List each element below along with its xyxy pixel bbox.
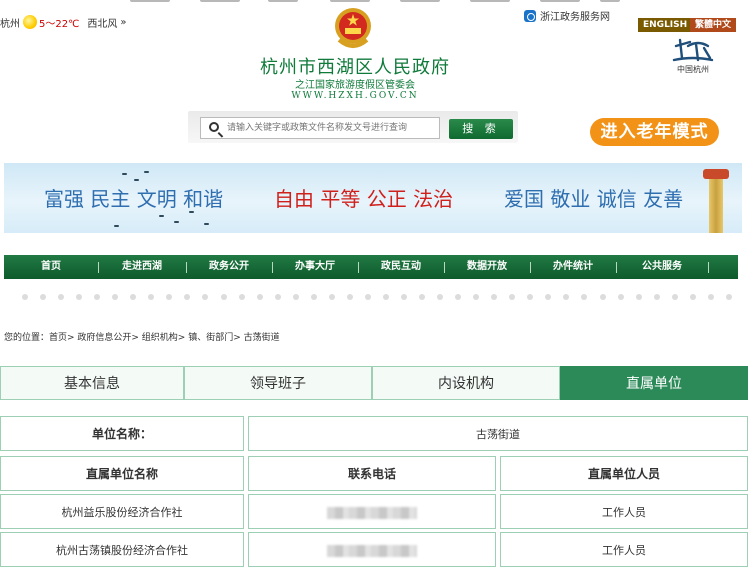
site-subtitle: 之江国家旅游度假区管委会 xyxy=(295,80,415,91)
nav-interaction[interactable]: 政民互动 xyxy=(358,255,444,279)
site-url: WWW.HZXH.GOV.CN xyxy=(291,91,419,101)
tab-basic-info[interactable]: 基本信息 xyxy=(0,366,184,400)
col-header-phone: 联系电话 xyxy=(248,456,496,491)
table-row-1-staff[interactable]: 工作人员 xyxy=(500,494,748,529)
col-header-unit-name: 直属单位名称 xyxy=(0,456,244,491)
nav-gov-affairs[interactable]: 政务公开 xyxy=(186,255,272,279)
hangzhou-city-logo: 中国杭州 xyxy=(668,36,718,76)
zhejiang-gov-icon xyxy=(524,9,536,22)
traditional-chinese-button[interactable]: 繁體中文 xyxy=(690,18,737,32)
weather-more-link[interactable]: » xyxy=(120,17,126,28)
gov-service-label: 浙江政务服务网 xyxy=(540,12,610,23)
huabiao-pillar-icon xyxy=(703,169,729,233)
search-icon xyxy=(209,122,219,132)
weather-widget: 杭州 5～22℃ 西北风 » xyxy=(0,12,126,32)
nav-open-data[interactable]: 数据开放 xyxy=(444,255,530,279)
unit-name-value: 古荡街道 xyxy=(248,416,748,451)
hangzhou-logo-icon xyxy=(672,38,714,62)
gov-service-link[interactable]: 浙江政务服务网 xyxy=(524,8,610,23)
slogan-banner: 富强 民主 文明 和谐 自由 平等 公正 法治 爱国 敬业 诚信 友善 xyxy=(4,163,742,233)
redacted-phone xyxy=(327,545,417,557)
nav-service-hall[interactable]: 办事大厅 xyxy=(272,255,358,279)
national-emblem-icon xyxy=(335,8,371,48)
redacted-phone xyxy=(327,507,417,519)
unit-name-label: 单位名称： xyxy=(0,416,244,451)
search-box xyxy=(200,117,440,139)
weather-wind: 西北风 xyxy=(87,18,118,30)
table-row-1-phone xyxy=(248,494,496,529)
weather-temp: 5～22℃ xyxy=(39,18,80,30)
slogan-1: 富强 民主 文明 和谐 xyxy=(44,187,224,211)
table-row-1-name: 杭州益乐股份经济合作社 xyxy=(0,494,244,529)
nav-statistics[interactable]: 办件统计 xyxy=(530,255,616,279)
col-header-staff: 直属单位人员 xyxy=(500,456,748,491)
search-button[interactable]: 搜 索 xyxy=(449,119,513,139)
breadcrumb: 您的位置：首页> 政府信息公开> 组织机构> 镇、街部门> 古荡街道 xyxy=(4,333,280,343)
table-row-2-staff[interactable]: 工作人员 xyxy=(500,532,748,567)
tab-leadership[interactable]: 领导班子 xyxy=(184,366,372,400)
top-cropped-links xyxy=(0,0,750,4)
nav-about-xihu[interactable]: 走进西湖 xyxy=(98,255,186,279)
city-logo-text: 中国杭州 xyxy=(677,65,709,74)
search-input[interactable] xyxy=(227,120,432,136)
nav-public-service[interactable]: 公共服务 xyxy=(616,255,708,279)
slogan-3: 爱国 敬业 诚信 友善 xyxy=(504,187,684,211)
table-row-2-phone xyxy=(248,532,496,567)
english-button[interactable]: ENGLISH xyxy=(638,18,693,32)
main-nav: 首页 走进西湖 政务公开 办事大厅 政民互动 数据开放 办件统计 公共服务 xyxy=(4,255,738,279)
tab-internal-departments[interactable]: 内设机构 xyxy=(372,366,560,400)
weather-city: 杭州 xyxy=(0,18,20,30)
sun-icon xyxy=(23,15,37,29)
table-row-2-name: 杭州古荡镇股份经济合作社 xyxy=(0,532,244,567)
elder-mode-button[interactable]: 进入老年模式 xyxy=(590,118,719,146)
tab-affiliated-units[interactable]: 直属单位 xyxy=(560,366,748,400)
decorative-dots xyxy=(22,294,732,300)
nav-home[interactable]: 首页 xyxy=(4,255,98,279)
slogan-2: 自由 平等 公正 法治 xyxy=(274,187,454,211)
